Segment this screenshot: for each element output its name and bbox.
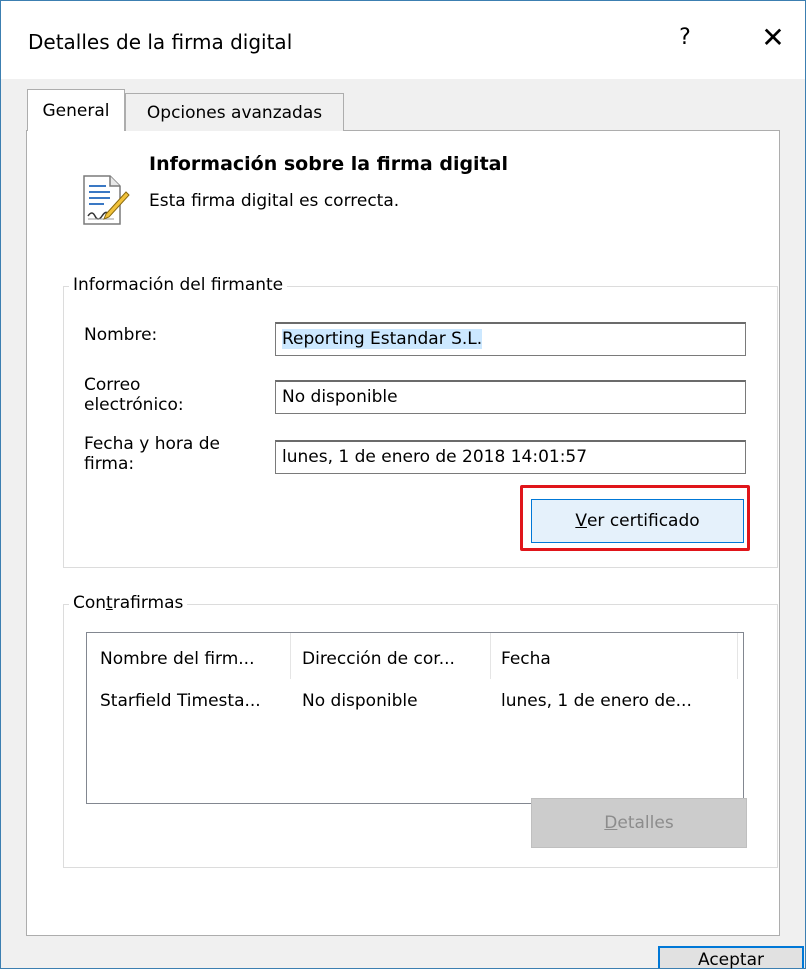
name-value: Reporting Estandar S.L. xyxy=(282,329,483,349)
email-value: No disponible xyxy=(282,387,398,407)
signing-date-value: lunes, 1 de enero de 2018 14:01:57 xyxy=(282,447,588,467)
details-label: etalles xyxy=(617,813,674,833)
column-header-email[interactable]: Dirección de cor... xyxy=(302,649,455,669)
name-field[interactable]: Reporting Estandar S.L. xyxy=(275,322,746,356)
email-label-line2: electrónico: xyxy=(84,395,184,415)
countersignatures-legend-rest: rafirmas xyxy=(112,593,184,613)
tab-general[interactable]: General xyxy=(27,89,125,131)
column-header-signer-name[interactable]: Nombre del firm... xyxy=(100,649,255,669)
accept-label: Aceptar xyxy=(698,950,764,970)
column-separator[interactable] xyxy=(737,633,738,679)
name-label: Nombre: xyxy=(84,325,158,345)
view-certificate-accel: V xyxy=(575,511,587,531)
email-field[interactable]: No disponible xyxy=(275,380,746,414)
countersignatures-legend-prefix: Con xyxy=(73,593,107,613)
window-title: Detalles de la firma digital xyxy=(28,30,293,54)
help-button[interactable]: ? xyxy=(671,25,699,50)
signing-date-field[interactable]: lunes, 1 de enero de 2018 14:01:57 xyxy=(275,440,746,474)
details-accel: D xyxy=(604,813,618,833)
row-email: No disponible xyxy=(302,691,418,711)
header-subtitle: Esta firma digital es correcta. xyxy=(149,191,400,211)
view-certificate-label: er certificado xyxy=(586,511,700,531)
signer-info-legend: Información del firmante xyxy=(69,275,288,295)
details-button[interactable]: Detalles xyxy=(531,798,747,848)
list-header: Nombre del firm... Dirección de cor... F… xyxy=(87,633,743,687)
date-label-line1: Fecha y hora de xyxy=(84,434,220,454)
accept-button[interactable]: Aceptar xyxy=(658,946,804,970)
countersignatures-legend: Contrafirmas xyxy=(69,593,188,613)
row-date: lunes, 1 de enero de... xyxy=(501,691,692,711)
row-signer-name: Starfield Timesta... xyxy=(100,691,261,711)
email-label-line1: Correo xyxy=(84,375,141,395)
countersignatures-list[interactable]: Nombre del firm... Dirección de cor... F… xyxy=(86,632,744,804)
tab-advanced-options[interactable]: Opciones avanzadas xyxy=(125,93,344,131)
dialog-window: Detalles de la firma digital ? ✕ General… xyxy=(0,0,806,970)
header-title: Información sobre la firma digital xyxy=(149,153,508,175)
column-separator[interactable] xyxy=(290,633,291,679)
date-label-line2: firma: xyxy=(84,454,135,474)
tab-advanced-options-label: Opciones avanzadas xyxy=(146,102,323,123)
title-bar: Detalles de la firma digital ? ✕ xyxy=(1,1,805,79)
general-tab-panel: Información sobre la firma digital Esta … xyxy=(26,130,780,936)
column-separator[interactable] xyxy=(490,633,491,679)
view-certificate-button[interactable]: Ver certificado xyxy=(531,499,744,543)
tab-general-label: General xyxy=(42,100,110,121)
close-button[interactable]: ✕ xyxy=(753,21,793,55)
countersignatures-legend-accel: t xyxy=(106,593,113,613)
column-header-date[interactable]: Fecha xyxy=(501,649,551,669)
signed-document-icon xyxy=(83,175,130,225)
